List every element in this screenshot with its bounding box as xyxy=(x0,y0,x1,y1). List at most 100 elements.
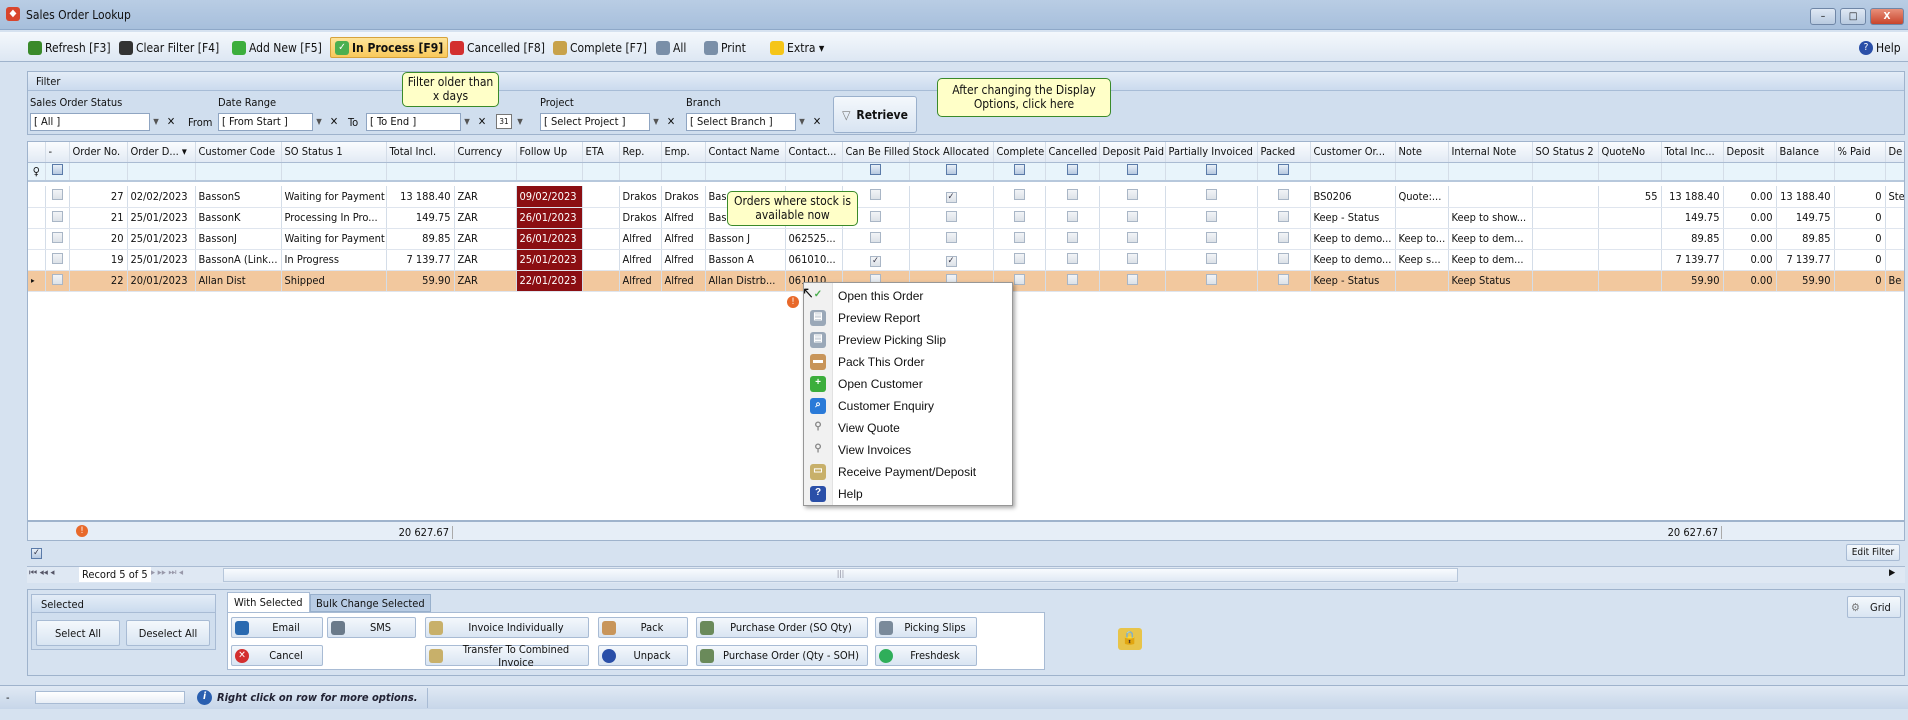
checkbox[interactable] xyxy=(870,231,881,243)
cell-cancelled[interactable] xyxy=(1045,270,1100,292)
column-header[interactable]: SO Status 1 xyxy=(281,142,387,163)
checkbox[interactable] xyxy=(1278,210,1289,222)
clear-icon[interactable]: ✕ xyxy=(476,113,488,131)
cell-so-status-2[interactable] xyxy=(1532,207,1599,229)
cell-packed[interactable] xyxy=(1257,228,1311,250)
toolbar-all-button[interactable]: All xyxy=(652,37,690,58)
cell-so-status-1[interactable]: Shipped xyxy=(281,270,387,292)
checkbox[interactable]: ✓ xyxy=(870,255,881,267)
toolbar-refresh-f-button[interactable]: Refresh [F3] xyxy=(24,37,115,58)
select-all-button[interactable]: Select All xyxy=(36,620,120,646)
cell-cancelled[interactable] xyxy=(1045,228,1100,250)
cell-customer-or[interactable]: Keep - Status xyxy=(1310,207,1396,229)
cell-note[interactable] xyxy=(1395,270,1449,292)
chevron-down-icon[interactable]: ▼ xyxy=(514,113,526,131)
filter-cell[interactable] xyxy=(45,162,70,182)
toolbar-in-process-f-button[interactable]: ✓ In Process [F9] xyxy=(330,37,449,58)
purchase-order-so-qty-button[interactable]: Purchase Order (SO Qty) xyxy=(696,617,868,638)
lock-edit-icon[interactable]: 🔒 xyxy=(1118,628,1142,650)
column-header[interactable]: Balance xyxy=(1776,142,1835,163)
toolbar-extra-button[interactable]: Extra ▾ xyxy=(766,37,828,58)
grid-button[interactable]: ⚙ Grid xyxy=(1847,596,1901,618)
chevron-down-icon[interactable]: ▼ xyxy=(313,113,325,131)
toolbar-print-button[interactable]: Print xyxy=(700,37,750,58)
column-header[interactable]: Internal Note xyxy=(1448,142,1533,163)
checkbox[interactable] xyxy=(1013,189,1025,201)
chevron-down-icon[interactable]: ▼ xyxy=(796,113,808,131)
cell-packed[interactable] xyxy=(1257,207,1311,229)
filter-cell[interactable] xyxy=(386,162,455,182)
table-row[interactable]: 20 25/01/2023 BassonJ Waiting for Payment 89… xyxy=(28,228,1904,250)
cell-complete[interactable] xyxy=(993,249,1046,271)
cell-contact-name[interactable]: Basson J xyxy=(705,228,786,250)
calendar-icon[interactable]: 31 xyxy=(496,114,512,129)
cell-deposit-paid[interactable] xyxy=(1099,249,1166,271)
column-header[interactable]: Order No. xyxy=(69,142,128,163)
context-menu-item[interactable]: ▤ Preview Picking Slip xyxy=(804,329,1012,351)
context-menu-item[interactable]: ▤ Preview Report xyxy=(804,307,1012,329)
cell-stock-allocated[interactable]: ✓ xyxy=(909,186,994,208)
scroll-right-icon[interactable]: ▶ xyxy=(1889,568,1895,578)
context-menu-item[interactable]: ⚲ View Quote xyxy=(804,417,1012,439)
cell-customer-or[interactable]: BS0206 xyxy=(1310,186,1396,208)
cell-eta[interactable] xyxy=(582,270,620,292)
column-header[interactable]: Deposit Paid xyxy=(1099,142,1166,163)
cell-quoteno[interactable] xyxy=(1598,207,1662,229)
cell-emp[interactable]: Alfred xyxy=(661,270,706,292)
nav-next-last-icons[interactable]: ▸ ▸▸ ⏭ ◂ xyxy=(151,568,183,578)
cell--paid[interactable]: 0 xyxy=(1834,228,1886,250)
filter-cell[interactable] xyxy=(1257,162,1311,182)
checkbox[interactable] xyxy=(1205,189,1217,201)
cell-rep[interactable]: Drakos xyxy=(619,186,662,208)
cell-[interactable] xyxy=(45,186,70,208)
column-header[interactable]: Customer Or... xyxy=(1310,142,1396,163)
cell-deposit[interactable]: 0.00 xyxy=(1723,228,1777,250)
checkbox[interactable] xyxy=(1066,252,1078,264)
cell-rep[interactable]: Drakos xyxy=(619,207,662,229)
help-button[interactable]: ? Help xyxy=(1855,37,1905,58)
column-header[interactable]: Contact Name xyxy=(705,142,786,163)
filter-cell[interactable] xyxy=(1532,162,1599,182)
filter-cell[interactable] xyxy=(705,162,786,182)
cell-note[interactable]: Keep to... xyxy=(1395,228,1449,250)
from-date-combo[interactable]: [ From Start ] xyxy=(218,113,313,131)
cell-currency[interactable]: ZAR xyxy=(454,270,517,292)
cell-follow-up[interactable]: 25/01/2023 xyxy=(516,249,583,271)
column-header[interactable]: Contact... xyxy=(785,142,843,163)
cell-packed[interactable] xyxy=(1257,249,1311,271)
column-header[interactable]: Note xyxy=(1395,142,1449,163)
filter-cell[interactable] xyxy=(281,162,387,182)
checkbox[interactable] xyxy=(1126,252,1138,264)
cell-contact-name[interactable]: Allan Distrb... xyxy=(705,270,786,292)
cell-note[interactable]: Keep s... xyxy=(1395,249,1449,271)
checkbox[interactable] xyxy=(1066,189,1078,201)
tab-with-selected[interactable]: With Selected xyxy=(227,592,310,612)
cell-follow-up[interactable]: 26/01/2023 xyxy=(516,228,583,250)
table-row[interactable]: 19 25/01/2023 BassonA (Link... In Progress 7… xyxy=(28,249,1904,271)
filter-cell[interactable] xyxy=(516,162,583,182)
cell-deposit-paid[interactable] xyxy=(1099,228,1166,250)
cell-[interactable] xyxy=(45,270,70,292)
filter-checkbox[interactable] xyxy=(1126,164,1138,176)
horizontal-scrollbar[interactable]: ||| xyxy=(223,568,1458,582)
unpack-button[interactable]: Unpack xyxy=(598,645,688,666)
filter-cell[interactable] xyxy=(195,162,282,182)
cell-so-status-1[interactable]: Processing In Pro... xyxy=(281,207,387,229)
cell-customer-code[interactable]: BassonS xyxy=(195,186,282,208)
column-header[interactable]: SO Status 2 xyxy=(1532,142,1599,163)
context-menu-item[interactable]: + Open Customer xyxy=(804,373,1012,395)
checkbox[interactable] xyxy=(1278,189,1289,201)
cell--paid[interactable]: 0 xyxy=(1834,270,1886,292)
cell-emp[interactable]: Alfred xyxy=(661,207,706,229)
cell-total-inc[interactable]: 89.85 xyxy=(1661,228,1724,250)
cell-total-incl[interactable]: 7 139.77 xyxy=(386,249,455,271)
filter-checkbox[interactable] xyxy=(1205,164,1217,176)
column-header[interactable]: Rep. xyxy=(619,142,662,163)
filter-checkbox[interactable] xyxy=(870,164,881,176)
filter-cell[interactable] xyxy=(909,162,994,182)
column-header[interactable]: Order D... ▾ xyxy=(127,142,196,163)
checkbox[interactable] xyxy=(51,231,63,243)
checkbox[interactable] xyxy=(1013,252,1025,264)
cell-deposit[interactable]: 0.00 xyxy=(1723,270,1777,292)
filter-cell[interactable] xyxy=(582,162,620,182)
